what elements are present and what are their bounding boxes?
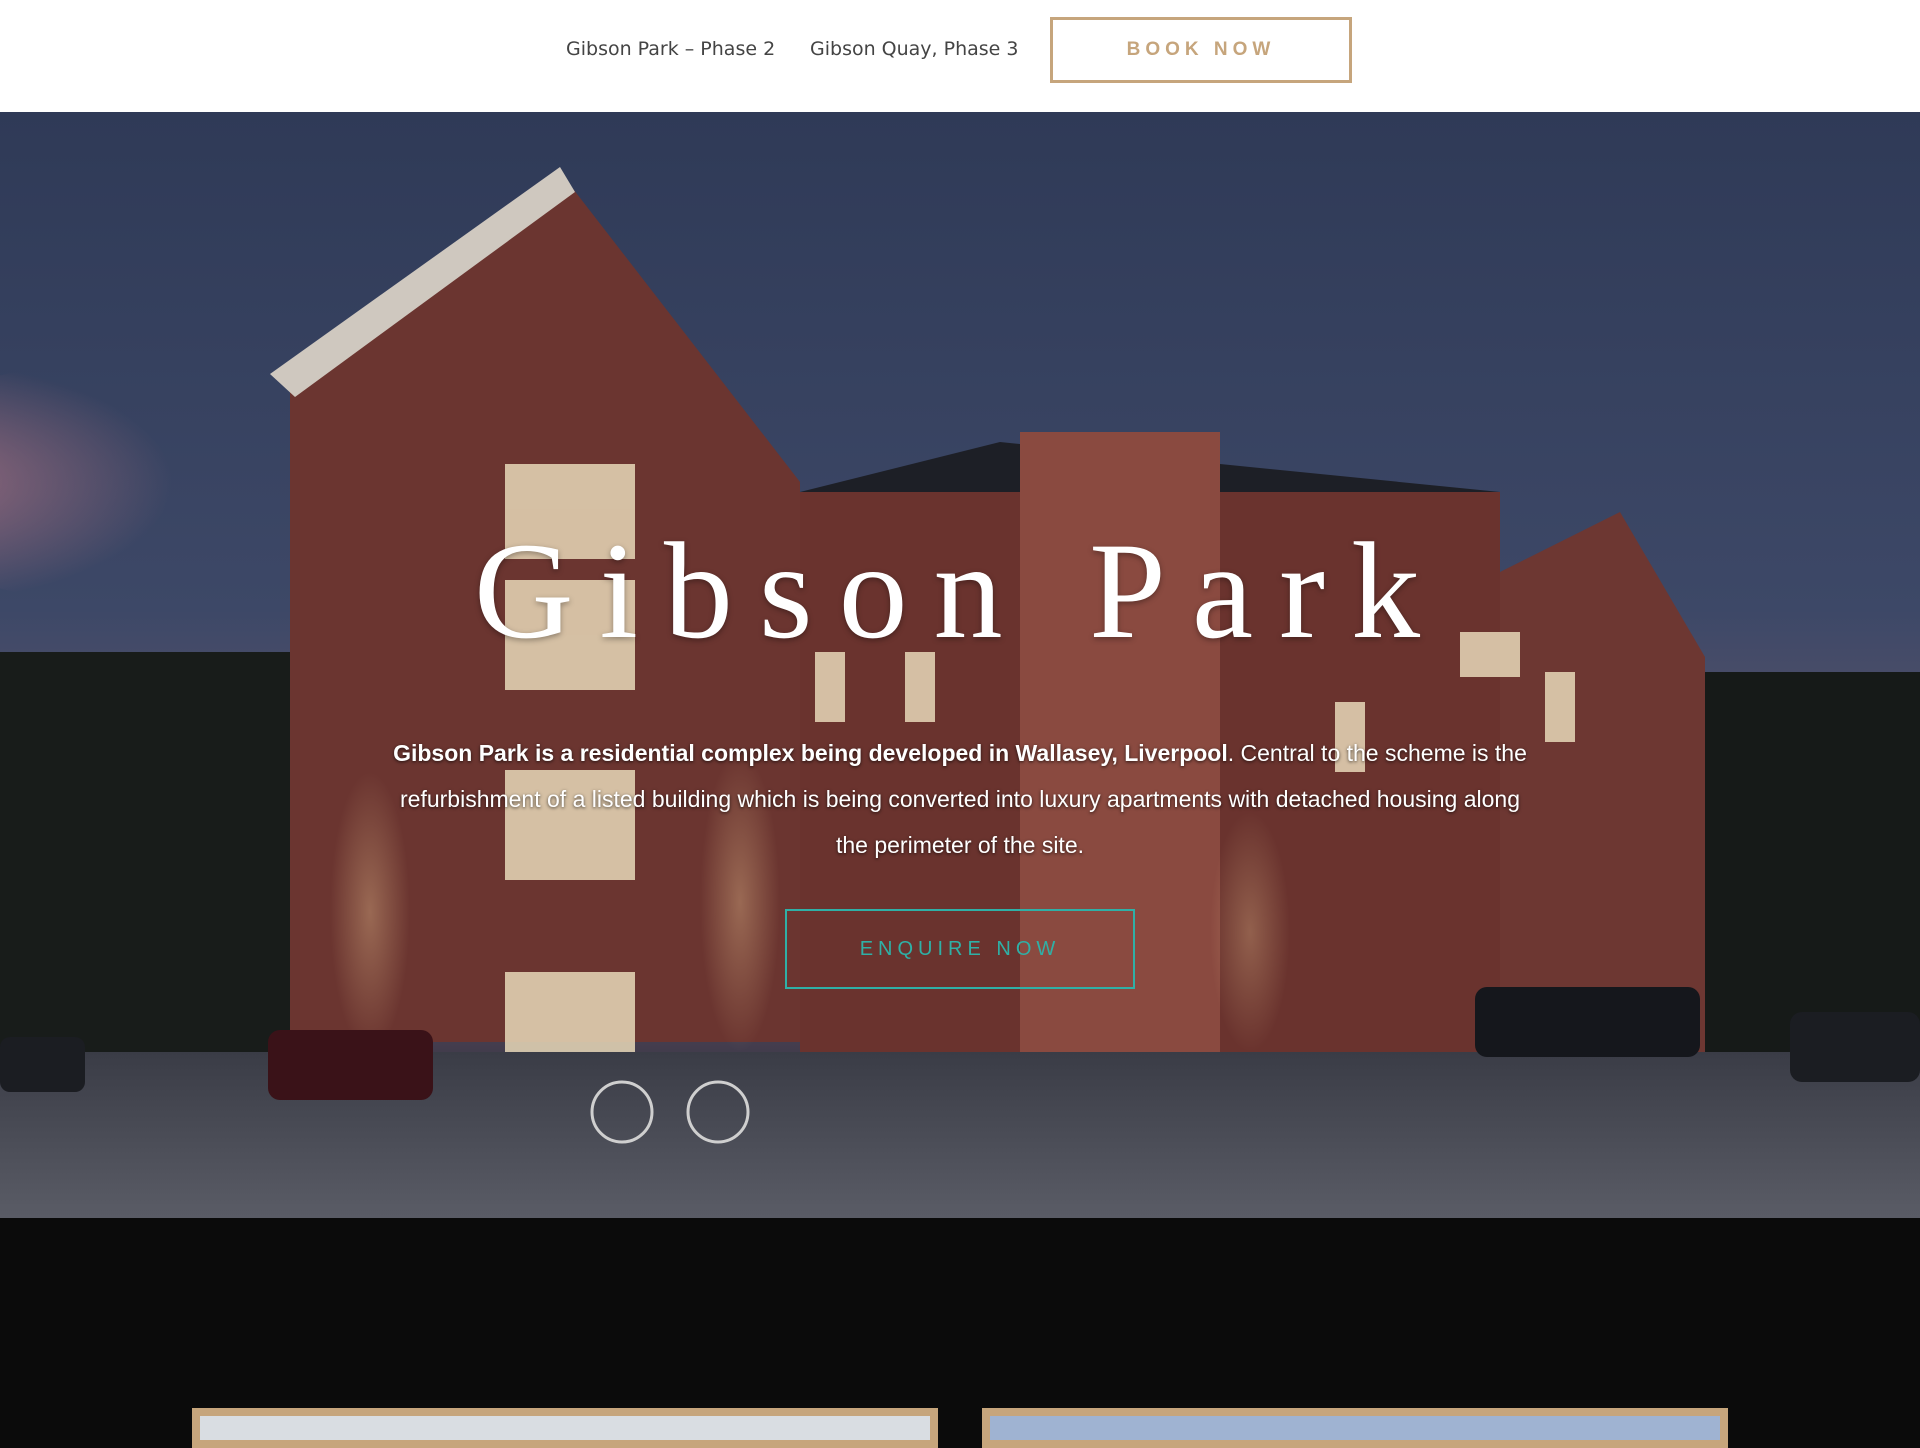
nav-link-gibson-park-phase-2[interactable]: Gibson Park – Phase 2 xyxy=(566,38,775,60)
hero-description-bold: Gibson Park is a residential complex bei… xyxy=(393,740,1228,766)
nav-link-gibson-quay-phase-3[interactable]: Gibson Quay, Phase 3 xyxy=(810,38,1019,60)
hero-title: Gibson Park xyxy=(473,514,1447,667)
hero-description: Gibson Park is a residential complex bei… xyxy=(390,730,1530,868)
hero-section: Gibson Park Gibson Park is a residential… xyxy=(0,112,1920,1218)
top-nav: Gibson Park – Phase 2 Gibson Quay, Phase… xyxy=(0,0,1920,112)
book-now-button[interactable]: BOOK NOW xyxy=(1050,17,1352,83)
content-section xyxy=(0,1218,1920,1440)
image-card-2[interactable] xyxy=(982,1408,1728,1448)
image-card-1[interactable] xyxy=(192,1408,938,1448)
enquire-now-button[interactable]: ENQUIRE NOW xyxy=(785,909,1135,989)
